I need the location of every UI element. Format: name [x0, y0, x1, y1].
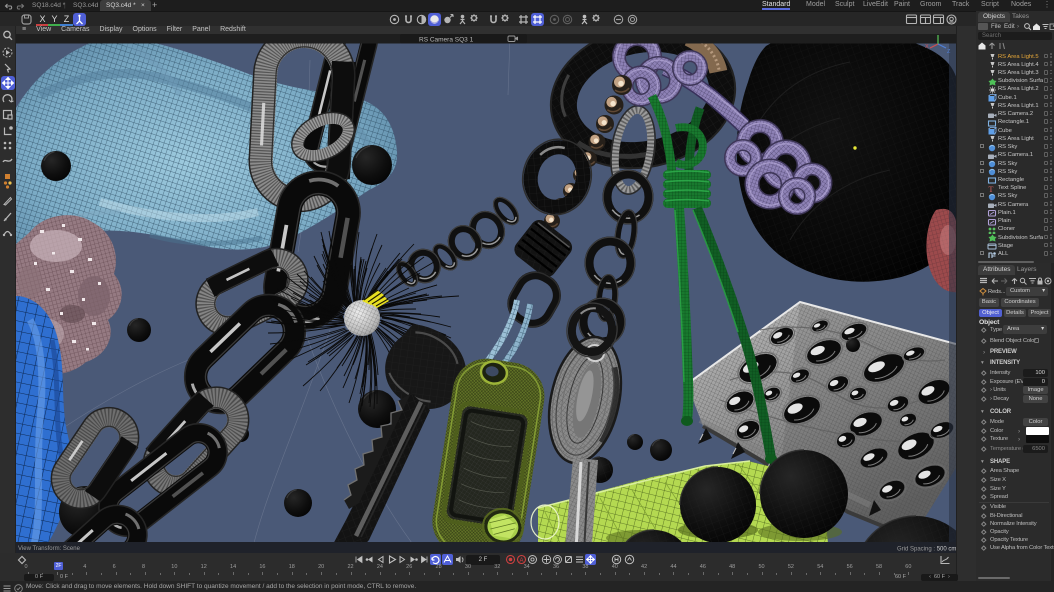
svg-text:T: T	[989, 185, 994, 193]
svg-text:RS Camera SQ3 1: RS Camera SQ3 1	[419, 37, 474, 44]
svg-text:Grid Spacing : 500 cm: Grid Spacing : 500 cm	[897, 547, 956, 553]
svg-text:View Transform: Scene: View Transform: Scene	[18, 546, 81, 552]
svg-text:Y: Y	[939, 34, 943, 36]
svg-text:X: X	[925, 44, 929, 50]
